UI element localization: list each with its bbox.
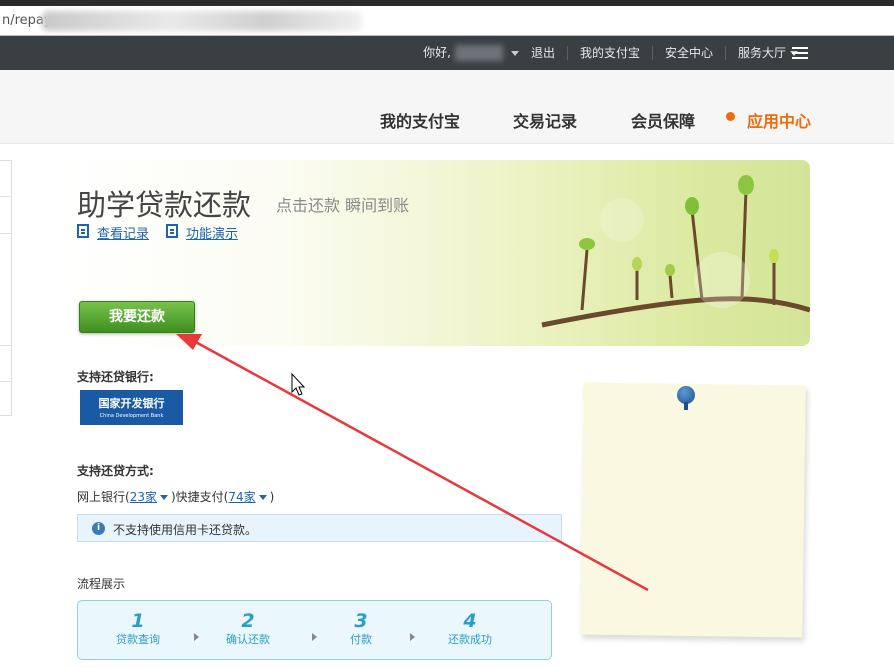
annotation-overlay — [176, 334, 649, 592]
annotation-arrow — [191, 338, 649, 592]
mouse-cursor-icon — [291, 372, 306, 396]
